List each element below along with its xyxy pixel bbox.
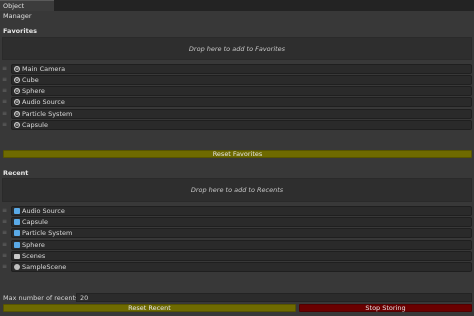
object-field[interactable]: Particle System [11, 228, 472, 238]
drag-handle-icon[interactable]: ≡ [2, 264, 8, 270]
list-item-label: Particle System [22, 229, 73, 237]
prefab-icon [14, 242, 20, 248]
tab-object-manager[interactable]: Object Manager [0, 0, 54, 20]
object-field[interactable]: ⊕ Cube [11, 75, 472, 85]
prefab-icon [14, 230, 20, 236]
list-item-label: Sphere [22, 87, 45, 95]
folder-icon [14, 253, 20, 259]
recent-heading: Recent [3, 169, 29, 177]
object-field[interactable]: Capsule [11, 217, 472, 227]
list-item-label: Capsule [22, 218, 48, 226]
recent-drop-hint: Drop here to add to Recents [190, 186, 284, 194]
favorites-drop-hint: Drop here to add to Favorites [188, 44, 286, 53]
list-item-label: Capsule [22, 121, 48, 129]
object-field[interactable]: Audio Source [11, 206, 472, 216]
drag-handle-icon[interactable]: ≡ [2, 99, 8, 105]
gameobject-icon: ⊕ [14, 88, 20, 94]
list-item-label: Audio Source [22, 207, 65, 215]
list-item-label: Scenes [22, 252, 46, 260]
list-item-label: Audio Source [22, 98, 65, 106]
list-item[interactable]: ≡ Scenes [2, 251, 472, 261]
list-item[interactable]: ≡ Sphere [2, 240, 472, 250]
favorites-drop-zone[interactable]: Drop here to add to Favorites [2, 37, 472, 60]
list-item-label: Sphere [22, 241, 45, 249]
gameobject-icon: ⊕ [14, 122, 20, 128]
drag-handle-icon[interactable]: ≡ [2, 111, 8, 117]
list-item[interactable]: ≡ ⊕ Particle System [2, 109, 472, 119]
gameobject-icon: ⊕ [14, 66, 20, 72]
reset-recent-button[interactable]: Reset Recent [3, 304, 296, 312]
list-item-label: Main Camera [22, 65, 66, 73]
list-item[interactable]: ≡ ⊕ Capsule [2, 120, 472, 130]
list-item[interactable]: ≡ Particle System [2, 228, 472, 238]
gameobject-icon: ⊕ [14, 111, 20, 117]
list-item-label: SampleScene [22, 263, 67, 271]
drag-handle-icon[interactable]: ≡ [2, 219, 8, 225]
drag-handle-icon[interactable]: ≡ [2, 208, 8, 214]
list-item[interactable]: ≡ ⊕ Sphere [2, 86, 472, 96]
scene-icon [14, 264, 20, 270]
object-field[interactable]: ⊕ Particle System [11, 109, 472, 119]
list-item-label: Particle System [22, 110, 73, 118]
reset-favorites-button[interactable]: Reset Favorites [3, 150, 472, 158]
list-item[interactable]: ≡ Capsule [2, 217, 472, 227]
object-field[interactable]: ⊕ Capsule [11, 120, 472, 130]
object-field[interactable]: Scenes [11, 251, 472, 261]
drag-handle-icon[interactable]: ≡ [2, 122, 8, 128]
tab-bar: Object Manager [0, 0, 474, 20]
object-field[interactable]: ⊕ Sphere [11, 86, 472, 96]
gameobject-icon: ⊕ [14, 99, 20, 105]
recent-drop-zone[interactable]: Drop here to add to Recents [2, 178, 472, 202]
object-field[interactable]: Sphere [11, 240, 472, 250]
list-item[interactable]: ≡ Audio Source [2, 206, 472, 216]
prefab-icon [14, 219, 20, 225]
drag-handle-icon[interactable]: ≡ [2, 88, 8, 94]
drag-handle-icon[interactable]: ≡ [2, 66, 8, 72]
drag-handle-icon[interactable]: ≡ [2, 253, 8, 259]
max-recents-label: Max number of recents: [3, 294, 81, 302]
object-field[interactable]: ⊕ Main Camera [11, 64, 472, 74]
object-field[interactable]: ⊕ Audio Source [11, 97, 472, 107]
drag-handle-icon[interactable]: ≡ [2, 230, 8, 236]
list-item[interactable]: ≡ ⊕ Audio Source [2, 97, 472, 107]
stop-storing-button[interactable]: Stop Storing [299, 304, 472, 312]
drag-handle-icon[interactable]: ≡ [2, 242, 8, 248]
gameobject-icon: ⊕ [14, 77, 20, 83]
list-item[interactable]: ≡ SampleScene [2, 262, 472, 272]
drag-handle-icon[interactable]: ≡ [2, 77, 8, 83]
prefab-icon [14, 208, 20, 214]
object-field[interactable]: SampleScene [11, 262, 472, 272]
favorites-heading: Favorites [3, 27, 37, 35]
max-recents-input[interactable]: 20 [76, 293, 472, 302]
list-item-label: Cube [22, 76, 39, 84]
list-item[interactable]: ≡ ⊕ Cube [2, 75, 472, 85]
list-item[interactable]: ≡ ⊕ Main Camera [2, 64, 472, 74]
